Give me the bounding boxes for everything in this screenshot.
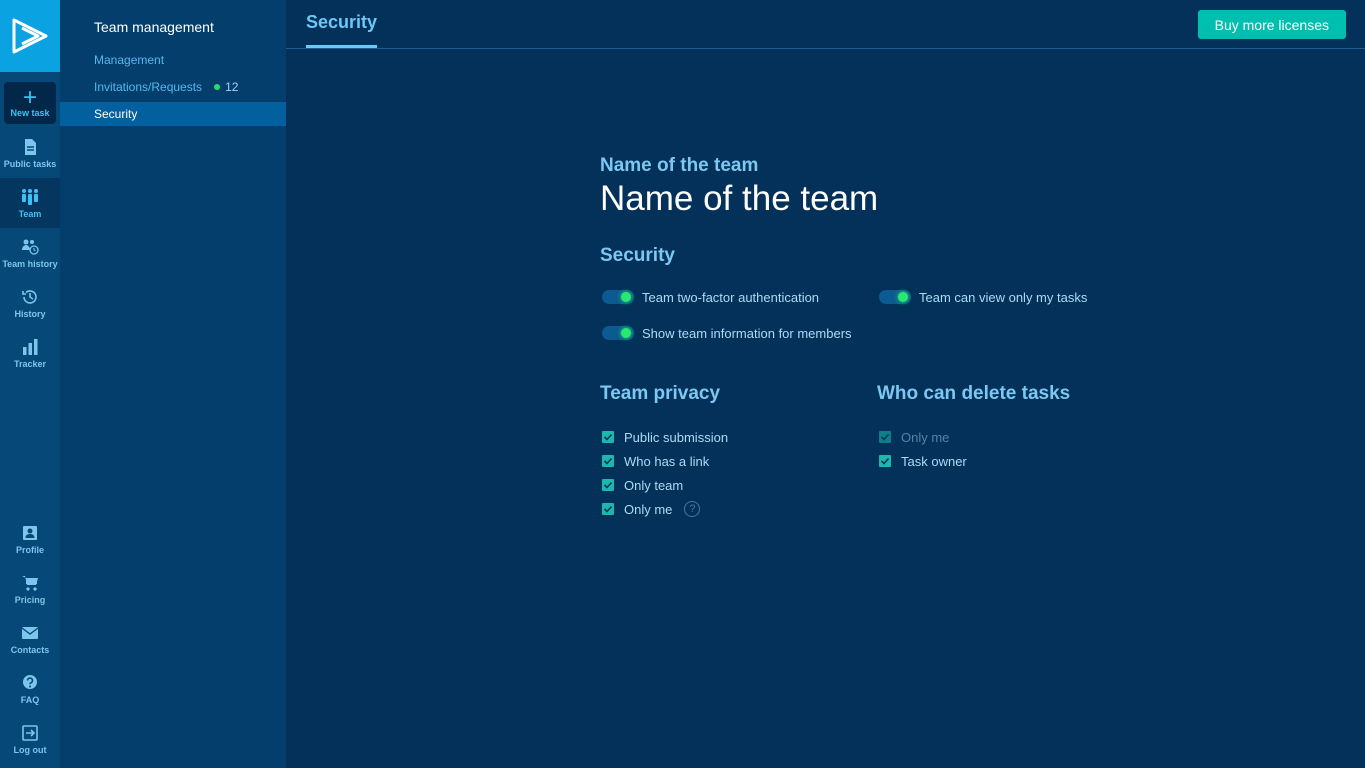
- history-icon: [22, 289, 37, 304]
- team-privacy-group: Team privacy Public submission Who has a…: [600, 383, 877, 521]
- rail-label: Team: [18, 208, 42, 219]
- rail-item-profile[interactable]: Profile: [0, 514, 60, 564]
- sidebar-item-security[interactable]: Security: [60, 102, 286, 126]
- team-management-sidebar: Team management Management Invitations/R…: [60, 0, 286, 768]
- checkbox-label: Public submission: [624, 429, 729, 445]
- check-icon: [603, 505, 613, 513]
- check-icon: [880, 433, 890, 441]
- rail-label: Log out: [13, 744, 47, 755]
- plus-icon: +: [22, 84, 37, 111]
- rail-item-contacts[interactable]: Contacts: [0, 614, 60, 664]
- privacy-option-who-has-link[interactable]: Who has a link: [600, 449, 877, 473]
- security-section-title: Security: [600, 245, 675, 266]
- rail-bottom-group: Profile Pricing Contacts FAQ Log out: [0, 514, 60, 764]
- toggle-knob: [621, 292, 631, 302]
- rail-item-public-tasks[interactable]: Public tasks: [0, 128, 60, 178]
- two-factor-toggle[interactable]: [602, 290, 634, 304]
- buy-more-licenses-button[interactable]: Buy more licenses: [1197, 10, 1346, 39]
- document-icon: [25, 138, 36, 155]
- rail-label: Public tasks: [3, 158, 57, 169]
- toggle-label: Team two-factor authentication: [642, 289, 820, 305]
- toggle-knob: [621, 328, 631, 338]
- checkbox[interactable]: [602, 479, 614, 491]
- team-privacy-title: Team privacy: [600, 383, 721, 404]
- team-history-icon: [22, 239, 39, 255]
- sidebar-title: Team management: [94, 19, 214, 35]
- toggle-row-two-factor: Team two-factor authentication: [600, 279, 877, 315]
- rail-item-history[interactable]: History: [0, 278, 60, 328]
- new-task-button[interactable]: + New task: [4, 82, 56, 124]
- toggle-label: Show team information for members: [642, 325, 852, 341]
- sidebar-item-label: Security: [94, 107, 138, 121]
- rail-label: Team history: [2, 258, 58, 269]
- privacy-option-only-me[interactable]: Only me ?: [600, 497, 877, 521]
- profile-icon: [23, 525, 37, 540]
- checkbox-label: Only me: [624, 501, 673, 517]
- toggle-label: Team can view only my tasks: [919, 289, 1088, 305]
- rail-item-logout[interactable]: Log out: [0, 714, 60, 764]
- toggle-row-show-team-info: Show team information for members: [600, 315, 877, 351]
- show-team-info-toggle[interactable]: [602, 326, 634, 340]
- toggle-knob: [898, 292, 908, 302]
- app-logo[interactable]: [0, 0, 60, 72]
- privacy-option-only-team[interactable]: Only team: [600, 473, 877, 497]
- delete-option-only-me[interactable]: Only me: [877, 425, 1070, 449]
- status-dot-icon: [214, 84, 221, 90]
- invitations-count-badge: 12: [225, 80, 239, 94]
- toggles-row: Team two-factor authentication Show team…: [600, 279, 1160, 351]
- rail-label: Contacts: [10, 644, 50, 655]
- check-icon: [603, 481, 613, 489]
- logout-icon: [22, 724, 38, 741]
- check-icon: [603, 433, 613, 441]
- delete-option-task-owner[interactable]: Task owner: [877, 449, 1070, 473]
- delete-permissions-group: Who can delete tasks Only me Task owner: [877, 383, 1070, 521]
- cart-icon: [22, 575, 38, 591]
- view-only-my-tasks-toggle[interactable]: [879, 290, 911, 304]
- toggle-row-view-only-my-tasks: Team can view only my tasks: [877, 279, 1087, 315]
- page-header: Security Buy more licenses: [286, 0, 1365, 49]
- rail-label: FAQ: [20, 694, 40, 705]
- rail-label: Pricing: [14, 594, 46, 605]
- sidebar-item-management[interactable]: Management: [60, 48, 286, 72]
- rail-item-tracker[interactable]: Tracker: [0, 328, 60, 378]
- checkbox[interactable]: [602, 503, 614, 515]
- rail-item-pricing[interactable]: Pricing: [0, 564, 60, 614]
- bar-chart-icon: [23, 338, 38, 355]
- checkbox[interactable]: [602, 455, 614, 467]
- left-rail: + New task Public tasks Team Team histor…: [0, 0, 60, 768]
- mail-icon: [21, 626, 39, 639]
- sidebar-item-label: Invitations/Requests: [94, 80, 203, 94]
- check-icon: [880, 457, 890, 465]
- rail-item-team[interactable]: Team: [0, 178, 60, 228]
- options-columns: Team privacy Public submission Who has a…: [600, 383, 1160, 521]
- checkbox-label: Only me: [901, 429, 950, 445]
- team-icon: [22, 188, 38, 205]
- team-name-label: Name of the team: [600, 155, 759, 176]
- checkbox-label: Only team: [624, 477, 684, 493]
- who-can-delete-title: Who can delete tasks: [877, 383, 1071, 404]
- help-icon[interactable]: ?: [684, 501, 701, 517]
- checkbox[interactable]: [879, 455, 891, 467]
- checkbox[interactable]: [879, 431, 891, 443]
- sidebar-item-label: Management: [94, 53, 165, 67]
- sidebar-item-invitations[interactable]: Invitations/Requests 12: [60, 75, 286, 99]
- rail-item-faq[interactable]: FAQ: [0, 664, 60, 714]
- checkbox-label: Who has a link: [624, 453, 710, 469]
- help-icon: [23, 674, 37, 689]
- check-icon: [603, 457, 613, 465]
- logo-icon: [12, 18, 48, 54]
- security-content: Name of the team Name of the team Securi…: [600, 155, 1160, 521]
- rail-item-team-history[interactable]: Team history: [0, 228, 60, 278]
- tab-security[interactable]: Security: [306, 12, 378, 48]
- rail-label: Profile: [15, 544, 44, 555]
- checkbox[interactable]: [602, 431, 614, 443]
- rail-label: Tracker: [13, 358, 47, 369]
- new-task-label: New task: [10, 108, 50, 118]
- team-name-title: Name of the team: [600, 179, 879, 218]
- rail-label: History: [14, 308, 46, 319]
- checkbox-label: Task owner: [901, 453, 967, 469]
- privacy-option-public-submission[interactable]: Public submission: [600, 425, 877, 449]
